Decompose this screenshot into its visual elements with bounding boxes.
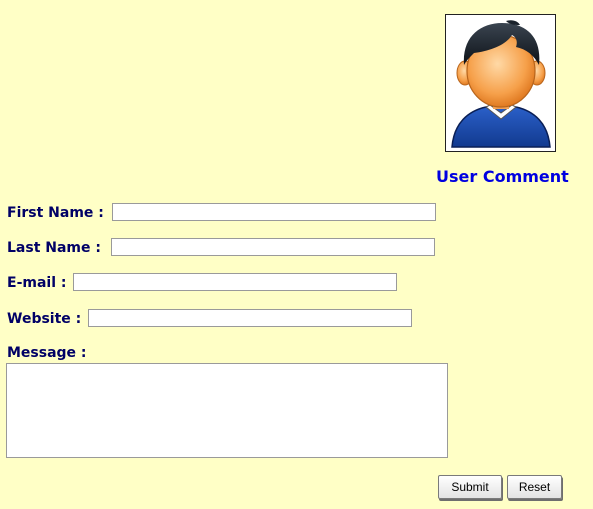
message-label: Message : (7, 345, 87, 361)
submit-button[interactable]: Submit (438, 475, 502, 499)
user-avatar (445, 14, 556, 152)
email-input[interactable] (73, 273, 397, 291)
last-name-label: Last Name : (7, 240, 101, 256)
message-textarea[interactable] (6, 363, 448, 458)
reset-button[interactable]: Reset (507, 475, 562, 499)
email-label: E-mail : (7, 275, 67, 291)
last-name-input[interactable] (111, 238, 435, 256)
first-name-input[interactable] (112, 203, 436, 221)
website-label: Website : (7, 311, 82, 327)
user-avatar-icon (451, 20, 551, 148)
website-input[interactable] (88, 309, 412, 327)
form-title: User Comment (436, 167, 569, 186)
first-name-label: First Name : (7, 205, 104, 221)
